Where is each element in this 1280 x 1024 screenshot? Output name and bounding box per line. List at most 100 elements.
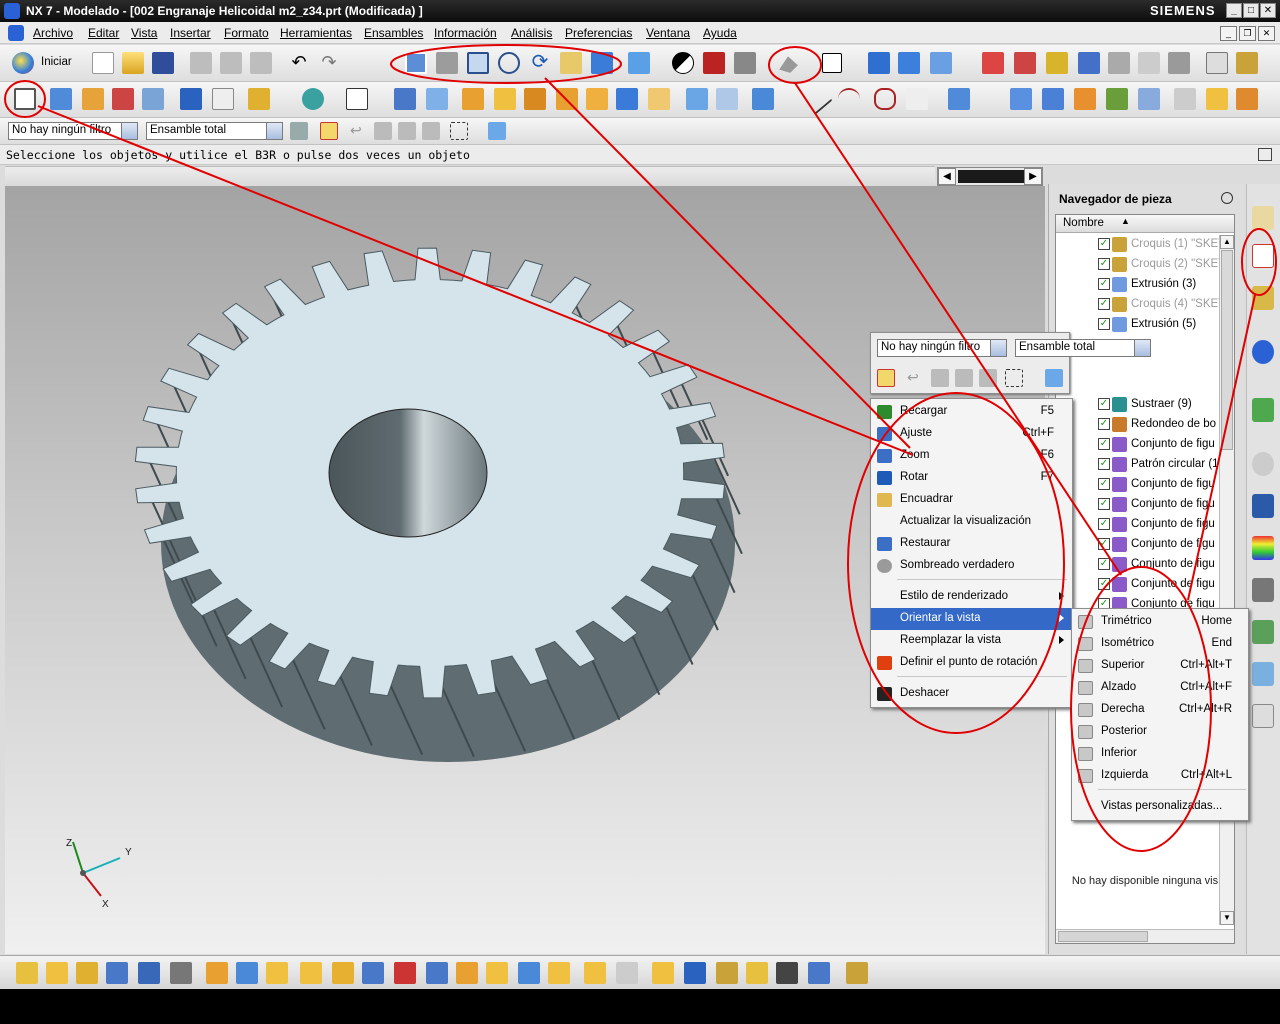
filter-settings-icon[interactable] — [290, 122, 308, 140]
history-tab-icon[interactable] — [1252, 398, 1274, 422]
visibility-checkbox[interactable]: ✓ — [1098, 398, 1110, 410]
move-icon[interactable] — [868, 52, 890, 74]
reuse-library-tab-icon[interactable] — [1252, 286, 1274, 310]
blend-icon[interactable] — [212, 88, 234, 110]
studio-icon[interactable] — [1106, 88, 1128, 110]
assembly-tool-icon[interactable] — [808, 962, 830, 984]
edge-blend-icon[interactable] — [648, 88, 670, 110]
render-style-icon[interactable] — [628, 52, 650, 74]
offset-icon[interactable] — [248, 88, 270, 110]
assembly-tool-icon[interactable] — [16, 962, 38, 984]
pointer-icon[interactable] — [1138, 52, 1160, 74]
visibility-checkbox[interactable]: ✓ — [1098, 318, 1110, 330]
doc-close-button[interactable]: ✕ — [1258, 26, 1275, 41]
type-filter-select[interactable]: No hay ningún filtro — [8, 122, 138, 140]
context-item[interactable]: Reemplazar la vista — [871, 630, 1072, 652]
context-item[interactable]: Recargar F5 — [871, 401, 1072, 423]
visibility-checkbox[interactable]: ✓ — [1098, 258, 1110, 270]
tree-row[interactable]: ✓ Conjunto de figu — [1086, 555, 1234, 575]
curve-icon[interactable] — [906, 88, 928, 110]
doc-icon[interactable] — [8, 25, 24, 41]
context-item[interactable]: Sombreado verdadero — [871, 555, 1072, 577]
scroll-left-icon[interactable]: ◀ — [938, 168, 956, 185]
settings-tab-icon[interactable] — [1252, 704, 1274, 728]
analysis-icon[interactable] — [1078, 52, 1100, 74]
mold-icon[interactable] — [1236, 88, 1258, 110]
assembly-tool-icon[interactable] — [266, 962, 288, 984]
block-icon[interactable] — [394, 88, 416, 110]
maximize-button[interactable]: □ — [1243, 3, 1259, 18]
orient-item[interactable]: Posterior — [1072, 721, 1248, 743]
section-icon[interactable] — [703, 52, 725, 74]
ruler-icon[interactable] — [1206, 52, 1228, 74]
spline-icon[interactable] — [874, 88, 896, 110]
tree-row[interactable]: ✓ Conjunto de figu — [1086, 515, 1234, 535]
scroll-thumb[interactable] — [1221, 250, 1233, 450]
visibility-checkbox[interactable]: ✓ — [1098, 278, 1110, 290]
menu-formato[interactable]: Formato — [224, 26, 269, 40]
assembly-tool-icon[interactable] — [426, 962, 448, 984]
assembly-tool-icon[interactable] — [456, 962, 478, 984]
orient-item[interactable]: Izquierda Ctrl+Alt+L — [1072, 765, 1248, 787]
box-select-icon[interactable] — [450, 122, 468, 140]
popup-solid-filter-icon[interactable] — [1045, 369, 1063, 387]
surface-icon[interactable] — [1010, 88, 1032, 110]
visibility-checkbox[interactable]: ✓ — [1098, 238, 1110, 250]
select-all-icon[interactable] — [374, 122, 392, 140]
assembly-tool-icon[interactable] — [616, 962, 638, 984]
visibility-checkbox[interactable]: ✓ — [1098, 498, 1110, 510]
pencil-icon[interactable] — [1236, 52, 1258, 74]
orient-item[interactable]: Derecha Ctrl+Alt+R — [1072, 699, 1248, 721]
assembly-tool-icon[interactable] — [106, 962, 128, 984]
assembly-tool-icon[interactable] — [548, 962, 570, 984]
menu-herramientas[interactable]: Herramientas — [280, 26, 352, 40]
redo-icon[interactable]: ↷ — [318, 52, 340, 74]
palette-tab-icon[interactable] — [1252, 536, 1274, 560]
tree-row[interactable]: ✓ Extrusión (5) — [1086, 315, 1234, 335]
sheet-icon[interactable] — [1174, 88, 1196, 110]
visibility-checkbox[interactable]: ✓ — [1098, 518, 1110, 530]
hole-icon[interactable] — [462, 88, 484, 110]
revolve-icon[interactable] — [82, 88, 104, 110]
scroll-down-icon[interactable]: ▼ — [1220, 911, 1234, 925]
thicken-icon[interactable] — [1206, 88, 1228, 110]
scroll-up-icon[interactable]: ▲ — [1220, 235, 1234, 249]
groove-icon[interactable] — [616, 88, 638, 110]
popup-select-features-icon[interactable] — [955, 369, 973, 387]
doc-restore-button[interactable]: ❐ — [1239, 26, 1256, 41]
graphics-scrollbar[interactable]: ◀ ▶ — [937, 167, 1043, 186]
hide-icon[interactable] — [734, 52, 756, 74]
iniciar-button[interactable]: Iniciar — [41, 56, 72, 68]
context-item[interactable]: Zoom F6 — [871, 445, 1072, 467]
menu-informacion[interactable]: Información — [434, 26, 497, 40]
assembly-tool-icon[interactable] — [206, 962, 228, 984]
visibility-checkbox[interactable]: ✓ — [1098, 558, 1110, 570]
menu-ayuda[interactable]: Ayuda — [703, 26, 737, 40]
visual-tab-icon[interactable] — [1252, 662, 1274, 686]
assembly-tool-icon[interactable] — [684, 962, 706, 984]
assembly-tool-icon[interactable] — [236, 962, 258, 984]
context-item[interactable]: Deshacer — [871, 683, 1072, 705]
scroll-thumb[interactable] — [958, 170, 1024, 183]
zoom-window-icon[interactable] — [436, 52, 458, 74]
orient-item[interactable]: Isométrico End — [1072, 633, 1248, 655]
sketch-task-icon[interactable] — [14, 88, 36, 110]
tree-row[interactable]: ✓ Croquis (1) "SKET — [1086, 235, 1234, 255]
tree-row[interactable]: ✓ Redondeo de bo — [1086, 415, 1234, 435]
menu-vista[interactable]: Vista — [131, 26, 157, 40]
sweep-icon[interactable] — [112, 88, 134, 110]
hscroll-thumb[interactable] — [1058, 931, 1148, 942]
assembly-tool-icon[interactable] — [332, 962, 354, 984]
assembly-navigator-tab-icon[interactable] — [1252, 206, 1274, 230]
copy-icon[interactable] — [220, 52, 242, 74]
tree-row[interactable]: ✓ Sustraer (9) — [1086, 395, 1234, 415]
extrude-icon[interactable] — [50, 88, 72, 110]
perspective-icon[interactable] — [591, 52, 613, 74]
scope-select[interactable]: Ensamble total — [146, 122, 283, 140]
tree-row[interactable]: ✓ Conjunto de figu — [1086, 535, 1234, 555]
unite-icon[interactable] — [302, 88, 324, 110]
popup-filter-select[interactable]: No hay ningún filtro — [877, 339, 1007, 357]
tools-icon[interactable] — [1168, 52, 1190, 74]
assembly-tool-icon[interactable] — [486, 962, 508, 984]
popup-snap-icon[interactable] — [877, 369, 895, 387]
